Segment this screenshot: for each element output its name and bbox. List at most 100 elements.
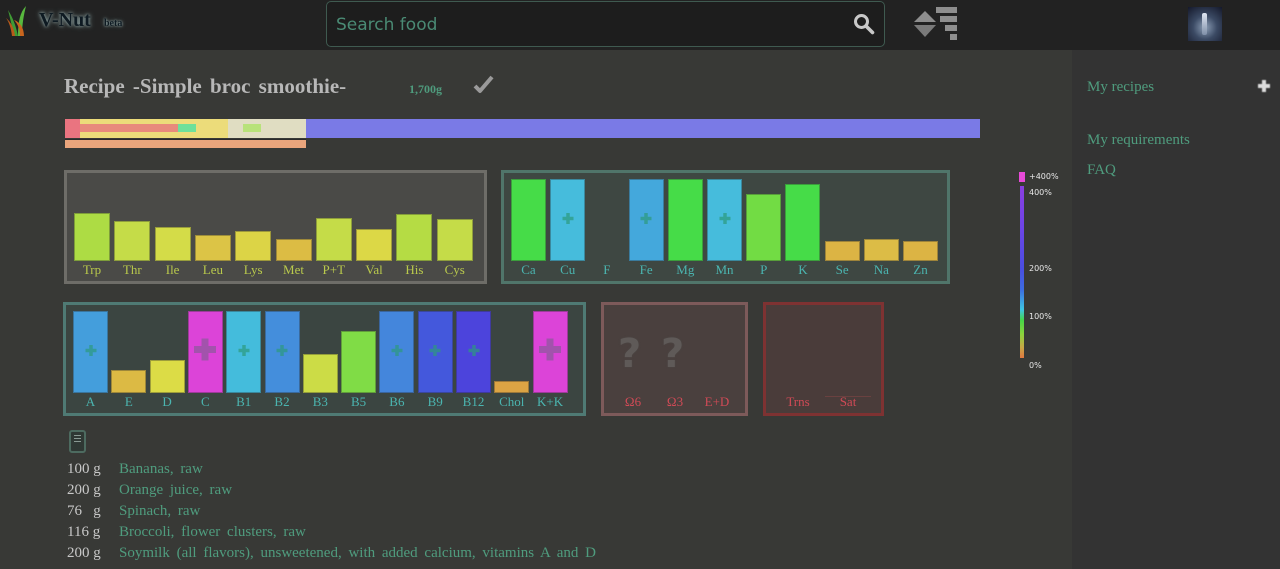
- nutrient-bar-b6[interactable]: [379, 311, 415, 393]
- ingredient-quantity[interactable]: 116 g: [67, 524, 117, 541]
- nutrient-bar-b5[interactable]: [341, 330, 377, 393]
- nutrient-label: K: [798, 262, 808, 277]
- right-sidebar: My recipes My requirements FAQ: [1072, 50, 1280, 569]
- nutrient-label: Ca: [521, 262, 536, 277]
- nutrient-bar-leu[interactable]: [194, 235, 231, 261]
- ingredient-quantity[interactable]: 100 g: [67, 461, 117, 478]
- nutrient-bar-his[interactable]: [396, 213, 433, 261]
- sidebar-item-my-recipes[interactable]: My recipes: [1087, 79, 1154, 96]
- scale-label-400: 400%: [1029, 188, 1052, 197]
- nutrient-bar-chol[interactable]: [494, 380, 530, 393]
- nutrient-bar-na[interactable]: [863, 238, 899, 261]
- macro-segment-3[interactable]: [227, 119, 306, 138]
- nutrient-bar-lys[interactable]: [235, 231, 272, 261]
- nutrient-bar-val[interactable]: [356, 229, 393, 261]
- sidebar-item-faq[interactable]: FAQ: [1087, 162, 1116, 179]
- nutrient-label: D: [162, 394, 172, 409]
- nutrient-label: Na: [873, 262, 889, 277]
- nutrient-label: Chol: [499, 394, 525, 409]
- macro-composition-bar[interactable]: [65, 119, 980, 138]
- nutrient-bar-b2[interactable]: [264, 311, 300, 393]
- macro-overlay-lightgreen[interactable]: [243, 124, 261, 132]
- nutrient-bar-cys[interactable]: [436, 218, 473, 261]
- macro-segment-4[interactable]: [305, 119, 980, 138]
- nutrient-label: Cu: [560, 262, 576, 277]
- ingredient-quantity[interactable]: 76 g: [67, 503, 117, 520]
- nutrient-label: Val: [365, 262, 383, 277]
- nutrient-bar-se[interactable]: [824, 241, 860, 261]
- ingredient-name[interactable]: Spinach, raw: [119, 503, 200, 520]
- ingredient-quantity[interactable]: 200 g: [67, 545, 117, 562]
- over-requirement-plus-icon: [539, 338, 562, 366]
- nutrient-bar-b12[interactable]: [456, 311, 491, 393]
- brand-name[interactable]: V-Nut: [39, 9, 91, 32]
- macro-segment-1[interactable]: [65, 119, 80, 138]
- nutrient-bar-b3[interactable]: [302, 354, 338, 393]
- nutrient-label: A: [85, 394, 96, 409]
- search-input[interactable]: [336, 13, 836, 37]
- fat-label-omega6: Ω6: [624, 394, 642, 409]
- macro-overlay-red[interactable]: [79, 124, 179, 132]
- nutrient-bar-p[interactable]: [746, 193, 782, 261]
- checkmark-icon[interactable]: [473, 75, 495, 95]
- macro-secondary-bar: [65, 139, 306, 148]
- amino-acids-panel: Trp Thr Ile Leu Lys Met P+T Val His Cys: [64, 170, 487, 284]
- nutrient-label: Thr: [122, 262, 142, 277]
- nutrient-label: B3: [312, 394, 328, 409]
- scale-over-400-swatch: [1019, 172, 1025, 182]
- nutrient-bar-e[interactable]: [111, 370, 147, 393]
- nutrient-bar-mn[interactable]: [707, 179, 742, 261]
- nutrient-bar-zn[interactable]: [903, 240, 938, 261]
- nutrient-label: B1: [236, 394, 252, 409]
- nutrient-bar-c[interactable]: [187, 311, 223, 393]
- ingredient-name[interactable]: Orange juice, raw: [119, 482, 232, 499]
- nutrient-bar-a[interactable]: [73, 311, 108, 393]
- nutrient-bar-pt[interactable]: [315, 217, 352, 261]
- macro-overlay-green[interactable]: [178, 124, 196, 132]
- nutrient-label: B12: [462, 394, 485, 409]
- leaf-logo-icon[interactable]: [4, 4, 30, 38]
- nutrient-bar-ca[interactable]: [511, 179, 546, 261]
- plus-icon[interactable]: [1257, 79, 1271, 93]
- nutrient-label: B2: [274, 394, 290, 409]
- search-icon[interactable]: [853, 13, 875, 35]
- bad-fats-panel: Trns Sat: [763, 302, 884, 416]
- nutrient-bar-cu[interactable]: [550, 179, 586, 261]
- nutrient-bar-ile[interactable]: [154, 226, 191, 261]
- ingredient-quantity[interactable]: 200 g: [67, 482, 117, 499]
- sort-icon[interactable]: [913, 6, 959, 42]
- nutrient-bar-met[interactable]: [275, 238, 312, 261]
- recipe-title[interactable]: Recipe -Simple broc smoothie-: [64, 74, 346, 99]
- unknown-value-icon: ?: [618, 331, 642, 377]
- unknown-value-icon: ?: [661, 331, 685, 377]
- nutrient-bar-k[interactable]: [785, 183, 821, 261]
- nutrient-label: Fe: [639, 262, 653, 277]
- scale-label-over-400: +400%: [1029, 172, 1059, 181]
- nutrient-bar-fe[interactable]: [628, 179, 664, 261]
- minerals-panel: Ca Cu F Fe Mg Mn P K Se Na Zn: [501, 170, 950, 284]
- fat-label-omega3: Ω3: [666, 394, 684, 409]
- nutrient-label: Lys: [243, 262, 263, 277]
- nutrient-bar-d[interactable]: [149, 360, 185, 393]
- over-requirement-plus-icon: [562, 211, 574, 229]
- nutrient-bar-mg[interactable]: [667, 179, 703, 261]
- nutrient-bar-b1[interactable]: [226, 311, 262, 393]
- fat-label-saturated: Sat: [839, 394, 857, 409]
- nutrient-bar-thr[interactable]: [114, 221, 151, 261]
- search-box: [326, 1, 885, 47]
- user-avatar[interactable]: [1188, 7, 1222, 41]
- sidebar-item-my-requirements[interactable]: My requirements: [1087, 132, 1190, 149]
- mobile-view-icon[interactable]: [69, 430, 86, 453]
- nutrient-bar-b9[interactable]: [417, 311, 453, 393]
- nutrient-label: B9: [427, 394, 443, 409]
- ingredient-name[interactable]: Soymilk (all flavors), unsweetened, with…: [119, 545, 596, 562]
- nutrient-label: Mg: [676, 262, 695, 277]
- ingredient-name[interactable]: Bananas, raw: [119, 461, 203, 478]
- nutrient-bar-kk[interactable]: [532, 311, 568, 393]
- nutrient-label: Mn: [715, 262, 734, 277]
- nutrient-bar-trp[interactable]: [74, 213, 110, 261]
- nutrient-label: C: [201, 394, 210, 409]
- scale-label-0: 0%: [1029, 361, 1042, 370]
- nutrient-label: Leu: [202, 262, 223, 277]
- ingredient-name[interactable]: Broccoli, flower clusters, raw: [119, 524, 306, 541]
